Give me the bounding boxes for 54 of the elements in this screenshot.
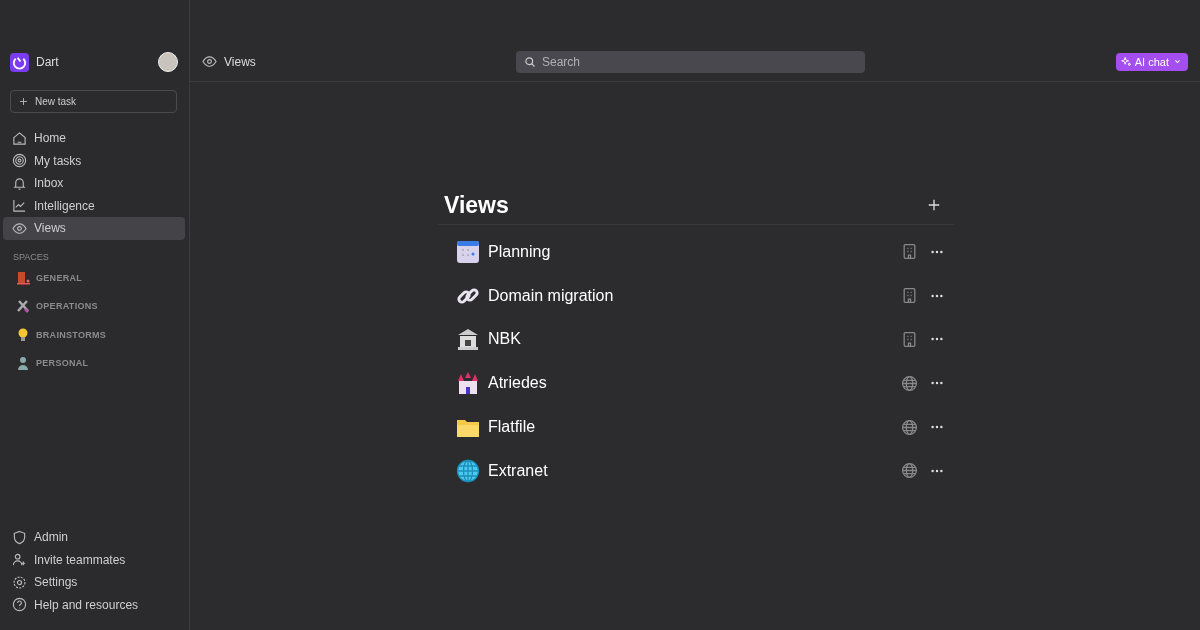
nav-item[interactable]: Help and resources	[3, 593, 185, 616]
shield-icon	[12, 529, 27, 545]
page-title: Views	[224, 54, 256, 69]
space-item[interactable]: OPERATIONS	[3, 292, 185, 321]
view-name[interactable]: NBK	[488, 330, 901, 349]
add-icon[interactable]	[927, 198, 941, 212]
search-field[interactable]: Search	[516, 50, 865, 73]
nav-item[interactable]: Home	[3, 127, 185, 150]
nav-item[interactable]: Invite teammates	[3, 548, 185, 571]
view-name[interactable]: Domain migration	[488, 286, 901, 305]
section-title: Views	[444, 191, 509, 219]
more-icon[interactable]	[930, 336, 944, 343]
eye-icon	[12, 220, 27, 236]
nav-item[interactable]: Admin	[3, 526, 185, 549]
avatar[interactable]	[158, 52, 178, 72]
space-item[interactable]: BRAINSTORMS	[3, 320, 185, 349]
user-plus-icon	[12, 552, 27, 568]
nav-item[interactable]: My tasks	[3, 149, 185, 172]
more-icon[interactable]	[930, 424, 944, 431]
help-icon	[12, 597, 27, 613]
ai-chat-button[interactable]: AI chat	[1115, 52, 1188, 71]
nav-item[interactable]: Settings	[3, 571, 185, 594]
space-item[interactable]: PERSONAL	[3, 349, 185, 378]
view-name[interactable]: Extranet	[488, 461, 901, 480]
calendar-icon	[456, 239, 480, 264]
home-icon	[12, 130, 27, 146]
globe-icon	[456, 458, 480, 483]
view-name[interactable]: Planning	[488, 242, 901, 261]
gear-icon	[12, 574, 27, 590]
more-icon[interactable]	[930, 467, 944, 474]
section-heading: SPACES	[13, 251, 50, 264]
chart-icon	[12, 198, 27, 214]
castle-icon	[456, 371, 480, 396]
view-name[interactable]: Flatfile	[488, 418, 901, 437]
bell-icon	[12, 175, 27, 191]
workspace-name[interactable]: Dart	[36, 55, 151, 69]
view-name[interactable]: Atriedes	[488, 374, 901, 393]
building-icon	[15, 269, 31, 286]
more-icon[interactable]	[930, 380, 944, 387]
space-item[interactable]: GENERAL	[3, 263, 185, 292]
sparkle-icon	[1120, 56, 1132, 67]
new-task-button[interactable]: New task	[10, 90, 177, 113]
person-icon	[15, 355, 31, 372]
logo-icon	[10, 52, 29, 72]
nav-item[interactable]: Intelligence	[3, 194, 185, 217]
tools-icon	[15, 298, 31, 315]
nav-item[interactable]: Views	[3, 217, 185, 240]
bank-icon	[456, 327, 480, 352]
more-icon[interactable]	[930, 292, 944, 299]
nav-item[interactable]: Inbox	[3, 172, 185, 195]
target-icon	[12, 153, 27, 169]
plus-icon	[18, 96, 29, 107]
eye-icon	[202, 54, 217, 69]
more-icon[interactable]	[930, 248, 944, 255]
